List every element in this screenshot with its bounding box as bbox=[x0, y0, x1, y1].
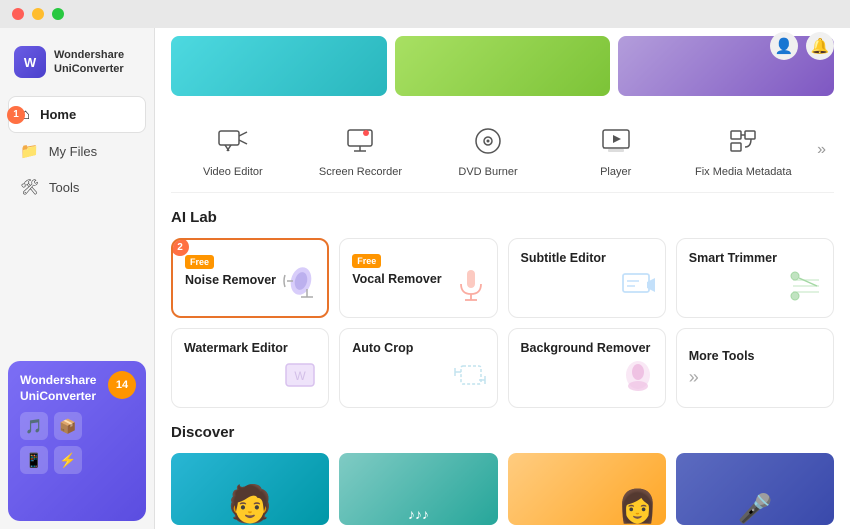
ai-card-vocal-remover[interactable]: Free Vocal Remover bbox=[339, 238, 497, 318]
ai-lab-badge: 2 bbox=[171, 238, 189, 256]
video-editor-icon bbox=[212, 122, 254, 160]
tools-more-arrow[interactable]: » bbox=[809, 133, 834, 167]
ai-card-background-remover[interactable]: Background Remover bbox=[508, 328, 666, 408]
vocal-remover-free-badge: Free bbox=[352, 254, 381, 268]
ai-card-watermark-editor[interactable]: Watermark Editor W bbox=[171, 328, 329, 408]
noise-remover-label: Noise Remover bbox=[185, 273, 315, 287]
sidebar-item-home[interactable]: 1 ⌂ Home bbox=[8, 96, 146, 133]
watermark-editor-icon: W bbox=[282, 358, 320, 399]
dvd-burner-label: DVD Burner bbox=[458, 166, 517, 178]
smart-trimmer-label: Smart Trimmer bbox=[689, 251, 821, 265]
discover-grid: 🧑 Convert your videos faster and easier … bbox=[171, 453, 834, 529]
discover-thumb-2: ♪♪♪ bbox=[339, 453, 497, 525]
subtitle-editor-label: Subtitle Editor bbox=[521, 251, 653, 265]
discover-section-title: Discover bbox=[171, 424, 834, 441]
nav-home-label: Home bbox=[40, 107, 76, 122]
banner-cyan[interactable] bbox=[171, 36, 387, 96]
noise-remover-free-badge: Free bbox=[185, 255, 214, 269]
promo-version: 14 bbox=[108, 371, 136, 399]
tool-screen-recorder[interactable]: Screen Recorder bbox=[299, 116, 423, 184]
tool-dvd-burner[interactable]: DVD Burner bbox=[426, 116, 550, 184]
close-button[interactable] bbox=[12, 8, 24, 20]
promo-icon-box: 📦 bbox=[54, 412, 82, 440]
dvd-burner-icon bbox=[467, 122, 509, 160]
discover-thumb-4: 🎤 bbox=[676, 453, 834, 525]
auto-crop-label: Auto Crop bbox=[352, 341, 484, 355]
player-label: Player bbox=[600, 166, 631, 178]
background-remover-icon bbox=[619, 358, 657, 399]
player-icon bbox=[595, 122, 637, 160]
discover-card-1[interactable]: 🧑 Convert your videos faster and easier bbox=[171, 453, 329, 529]
ai-card-more-tools[interactable]: More Tools » bbox=[676, 328, 834, 408]
ai-card-noise-remover[interactable]: 2 Free Noise Remover bbox=[171, 238, 329, 318]
background-remover-label: Background Remover bbox=[521, 341, 653, 355]
more-tools-arrow: » bbox=[689, 367, 699, 388]
fix-media-label: Fix Media Metadata bbox=[695, 166, 792, 178]
discover-section: Discover 🧑 Convert your videos faster an… bbox=[171, 424, 834, 529]
discover-thumb-1: 🧑 bbox=[171, 453, 329, 525]
subtitle-editor-icon bbox=[619, 268, 657, 309]
main-content: Video Editor Screen Recorder DVD Burner bbox=[155, 28, 850, 529]
banner-row bbox=[171, 36, 834, 96]
topbar-icons: 👤 🔔 bbox=[770, 32, 834, 60]
tools-icon: 🛠 bbox=[20, 178, 39, 196]
auto-crop-icon bbox=[451, 358, 489, 399]
discover-thumb-3: 👩 bbox=[508, 453, 666, 525]
promo-icon-bolt: ⚡ bbox=[54, 446, 82, 474]
smart-trimmer-icon bbox=[787, 268, 825, 309]
fix-media-icon bbox=[722, 122, 764, 160]
screen-recorder-icon bbox=[339, 122, 381, 160]
svg-text:W: W bbox=[295, 369, 307, 383]
logo-text: Wondershare UniConverter bbox=[54, 48, 124, 77]
user-icon-button[interactable]: 👤 bbox=[770, 32, 798, 60]
nav-tools-label: Tools bbox=[49, 180, 79, 195]
promo-icons: 🎵 📦 📱 ⚡ bbox=[20, 412, 134, 474]
discover-card-3[interactable]: 👩 Remove background noise from video and… bbox=[508, 453, 666, 529]
tool-video-editor[interactable]: Video Editor bbox=[171, 116, 295, 184]
video-editor-label: Video Editor bbox=[203, 166, 263, 178]
sidebar-logo: W Wondershare UniConverter bbox=[0, 36, 154, 92]
tool-player[interactable]: Player bbox=[554, 116, 678, 184]
minimize-button[interactable] bbox=[32, 8, 44, 20]
tool-fix-media[interactable]: Fix Media Metadata bbox=[682, 116, 806, 184]
more-tools-label: More Tools bbox=[689, 349, 755, 363]
nav-badge-1: 1 bbox=[7, 106, 25, 124]
sidebar-promo[interactable]: Wondershare UniConverter 14 🎵 📦 📱 ⚡ bbox=[8, 361, 146, 521]
promo-icon-music: 🎵 bbox=[20, 412, 48, 440]
promo-icon-device: 📱 bbox=[20, 446, 48, 474]
sidebar-item-myfiles[interactable]: 📁 My Files bbox=[8, 133, 146, 169]
screen-recorder-label: Screen Recorder bbox=[319, 166, 402, 178]
vocal-remover-label: Vocal Remover bbox=[352, 272, 484, 286]
sidebar-nav: 1 ⌂ Home 📁 My Files 🛠 Tools bbox=[0, 92, 154, 353]
ai-lab-section-title: AI Lab bbox=[171, 209, 834, 226]
sidebar: W Wondershare UniConverter 1 ⌂ Home 📁 My… bbox=[0, 28, 155, 529]
ai-card-smart-trimmer[interactable]: Smart Trimmer bbox=[676, 238, 834, 318]
watermark-editor-label: Watermark Editor bbox=[184, 341, 316, 355]
banner-green[interactable] bbox=[395, 36, 611, 96]
sidebar-item-tools[interactable]: 🛠 Tools bbox=[8, 169, 146, 205]
nav-files-label: My Files bbox=[49, 144, 97, 159]
title-bar bbox=[0, 0, 850, 28]
ai-lab-grid: 2 Free Noise Remover Free Vocal bbox=[171, 238, 834, 408]
ai-card-subtitle-editor[interactable]: Subtitle Editor bbox=[508, 238, 666, 318]
discover-card-2[interactable]: ♪♪♪ Compress audio and video with high q… bbox=[339, 453, 497, 529]
files-icon: 📁 bbox=[20, 142, 39, 160]
notification-icon-button[interactable]: 🔔 bbox=[806, 32, 834, 60]
discover-card-4[interactable]: 🎤 Remove vocals from any song automatica… bbox=[676, 453, 834, 529]
maximize-button[interactable] bbox=[52, 8, 64, 20]
ai-card-auto-crop[interactable]: Auto Crop bbox=[339, 328, 497, 408]
logo-icon: W bbox=[14, 46, 46, 78]
tools-row: Video Editor Screen Recorder DVD Burner bbox=[171, 108, 834, 193]
